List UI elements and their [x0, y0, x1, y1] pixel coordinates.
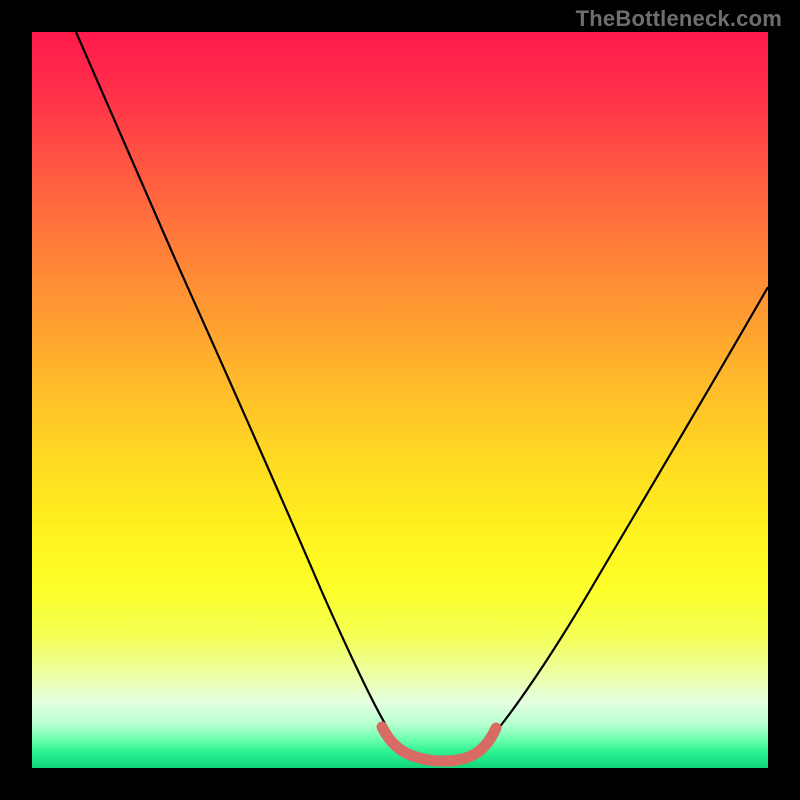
chart-frame: TheBottleneck.com: [0, 0, 800, 800]
watermark-text: TheBottleneck.com: [576, 6, 782, 32]
optimal-range-marker-path: [382, 727, 496, 761]
curve-path: [76, 32, 768, 758]
plot-area: [32, 32, 768, 768]
bottleneck-curve: [32, 32, 768, 768]
